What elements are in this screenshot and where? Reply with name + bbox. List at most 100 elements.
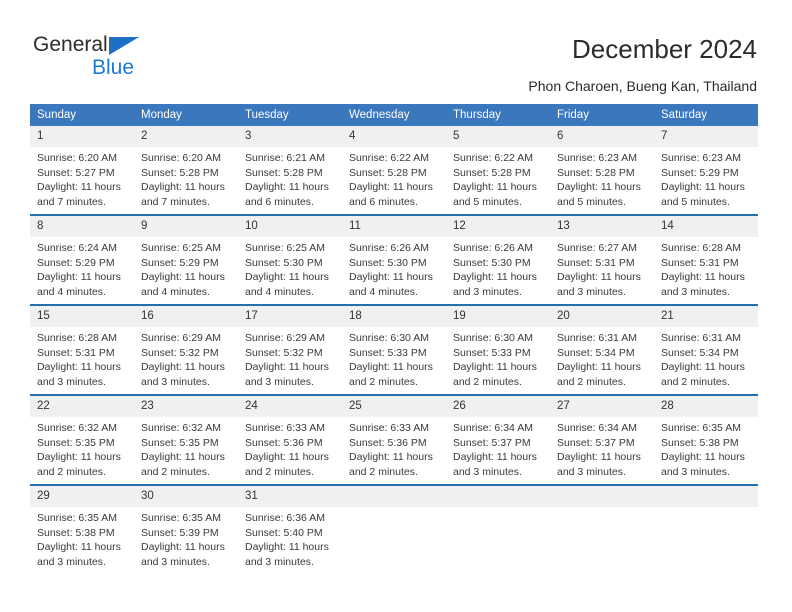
daylight-duration-line2: and 3 minutes. [453,285,522,298]
day-cell[interactable]: 30 Sunrise: 6:35 AM Sunset: 5:39 PM Dayl… [134,484,238,574]
daylight-duration-line1: Daylight: 11 hours [245,361,329,373]
daylight-duration-line2: and 3 minutes. [37,375,106,388]
sunrise-time: Sunrise: 6:20 AM [141,152,221,164]
day-number [654,486,758,507]
daylight-duration-line2: and 4 minutes. [349,285,418,298]
sunset-time: Sunset: 5:34 PM [557,346,635,359]
sunrise-time: Sunrise: 6:25 AM [141,242,221,254]
sunset-time: Sunset: 5:29 PM [37,256,115,269]
daylight-duration-line1: Daylight: 11 hours [37,541,121,553]
day-cell[interactable]: 27 Sunrise: 6:34 AM Sunset: 5:37 PM Dayl… [550,394,654,485]
day-cell[interactable]: 26 Sunrise: 6:34 AM Sunset: 5:37 PM Dayl… [446,394,550,485]
day-details: Sunrise: 6:30 AM Sunset: 5:33 PM Dayligh… [342,327,446,389]
day-cell[interactable]: 12 Sunrise: 6:26 AM Sunset: 5:30 PM Dayl… [446,214,550,305]
day-cell[interactable]: 5 Sunrise: 6:22 AM Sunset: 5:28 PM Dayli… [446,126,550,215]
weekday-header-sunday: Sunday [30,104,134,126]
day-number: 28 [654,396,758,417]
day-cell[interactable]: 17 Sunrise: 6:29 AM Sunset: 5:32 PM Dayl… [238,304,342,395]
general-blue-logo[interactable]: General Blue [33,33,153,81]
daylight-duration-line1: Daylight: 11 hours [37,451,121,463]
day-details: Sunrise: 6:31 AM Sunset: 5:34 PM Dayligh… [654,327,758,389]
day-cell[interactable]: 7 Sunrise: 6:23 AM Sunset: 5:29 PM Dayli… [654,126,758,215]
sunset-time: Sunset: 5:33 PM [349,346,427,359]
day-number: 3 [238,126,342,147]
sunset-time: Sunset: 5:32 PM [245,346,323,359]
daylight-duration-line2: and 3 minutes. [245,555,314,568]
sunrise-time: Sunrise: 6:31 AM [557,332,637,344]
sunrise-time: Sunrise: 6:30 AM [349,332,429,344]
day-cell[interactable]: 16 Sunrise: 6:29 AM Sunset: 5:32 PM Dayl… [134,304,238,395]
day-cell[interactable]: 14 Sunrise: 6:28 AM Sunset: 5:31 PM Dayl… [654,214,758,305]
day-number: 2 [134,126,238,147]
day-number: 26 [446,396,550,417]
day-number: 4 [342,126,446,147]
day-details: Sunrise: 6:28 AM Sunset: 5:31 PM Dayligh… [30,327,134,389]
weekday-header-saturday: Saturday [654,104,758,126]
day-cell[interactable]: 15 Sunrise: 6:28 AM Sunset: 5:31 PM Dayl… [30,304,134,395]
sunrise-time: Sunrise: 6:22 AM [349,152,429,164]
day-cell-empty [550,484,654,574]
day-cell[interactable]: 31 Sunrise: 6:36 AM Sunset: 5:40 PM Dayl… [238,484,342,574]
daylight-duration-line1: Daylight: 11 hours [37,271,121,283]
day-cell[interactable]: 24 Sunrise: 6:33 AM Sunset: 5:36 PM Dayl… [238,394,342,485]
daylight-duration-line1: Daylight: 11 hours [141,541,225,553]
daylight-duration-line1: Daylight: 11 hours [661,451,745,463]
daylight-duration-line1: Daylight: 11 hours [141,361,225,373]
day-number: 1 [30,126,134,147]
day-cell[interactable]: 2 Sunrise: 6:20 AM Sunset: 5:28 PM Dayli… [134,126,238,215]
sunrise-time: Sunrise: 6:29 AM [141,332,221,344]
sunrise-time: Sunrise: 6:35 AM [37,512,117,524]
daylight-duration-line1: Daylight: 11 hours [453,271,537,283]
day-cell[interactable]: 6 Sunrise: 6:23 AM Sunset: 5:28 PM Dayli… [550,126,654,215]
sunrise-time: Sunrise: 6:24 AM [37,242,117,254]
day-cell[interactable]: 3 Sunrise: 6:21 AM Sunset: 5:28 PM Dayli… [238,126,342,215]
day-cell[interactable]: 28 Sunrise: 6:35 AM Sunset: 5:38 PM Dayl… [654,394,758,485]
daylight-duration-line1: Daylight: 11 hours [37,181,121,193]
day-cell[interactable]: 1 Sunrise: 6:20 AM Sunset: 5:27 PM Dayli… [30,126,134,215]
sunrise-time: Sunrise: 6:23 AM [661,152,741,164]
day-details: Sunrise: 6:22 AM Sunset: 5:28 PM Dayligh… [446,147,550,209]
day-cell[interactable]: 19 Sunrise: 6:30 AM Sunset: 5:33 PM Dayl… [446,304,550,395]
day-cell[interactable]: 10 Sunrise: 6:25 AM Sunset: 5:30 PM Dayl… [238,214,342,305]
daylight-duration-line1: Daylight: 11 hours [557,181,641,193]
day-number: 24 [238,396,342,417]
day-cell[interactable]: 29 Sunrise: 6:35 AM Sunset: 5:38 PM Dayl… [30,484,134,574]
sunrise-time: Sunrise: 6:33 AM [349,422,429,434]
daylight-duration-line1: Daylight: 11 hours [37,361,121,373]
daylight-duration-line1: Daylight: 11 hours [245,541,329,553]
weekday-header-tuesday: Tuesday [238,104,342,126]
daylight-duration-line2: and 3 minutes. [661,285,730,298]
day-cell[interactable]: 13 Sunrise: 6:27 AM Sunset: 5:31 PM Dayl… [550,214,654,305]
day-details: Sunrise: 6:26 AM Sunset: 5:30 PM Dayligh… [342,237,446,299]
day-details: Sunrise: 6:31 AM Sunset: 5:34 PM Dayligh… [550,327,654,389]
daylight-duration-line1: Daylight: 11 hours [557,271,641,283]
sunrise-time: Sunrise: 6:36 AM [245,512,325,524]
calendar-week-row: 29 Sunrise: 6:35 AM Sunset: 5:38 PM Dayl… [30,484,758,574]
day-cell[interactable]: 25 Sunrise: 6:33 AM Sunset: 5:36 PM Dayl… [342,394,446,485]
daylight-duration-line2: and 4 minutes. [37,285,106,298]
day-cell[interactable]: 8 Sunrise: 6:24 AM Sunset: 5:29 PM Dayli… [30,214,134,305]
day-number: 10 [238,216,342,237]
day-details: Sunrise: 6:21 AM Sunset: 5:28 PM Dayligh… [238,147,342,209]
day-cell[interactable]: 20 Sunrise: 6:31 AM Sunset: 5:34 PM Dayl… [550,304,654,395]
day-number: 31 [238,486,342,507]
day-details: Sunrise: 6:25 AM Sunset: 5:29 PM Dayligh… [134,237,238,299]
daylight-duration-line2: and 5 minutes. [453,195,522,208]
day-cell[interactable]: 22 Sunrise: 6:32 AM Sunset: 5:35 PM Dayl… [30,394,134,485]
day-cell[interactable]: 21 Sunrise: 6:31 AM Sunset: 5:34 PM Dayl… [654,304,758,395]
day-cell[interactable]: 23 Sunrise: 6:32 AM Sunset: 5:35 PM Dayl… [134,394,238,485]
sunset-time: Sunset: 5:30 PM [453,256,531,269]
day-cell[interactable]: 11 Sunrise: 6:26 AM Sunset: 5:30 PM Dayl… [342,214,446,305]
daylight-duration-line1: Daylight: 11 hours [661,361,745,373]
day-cell[interactable]: 18 Sunrise: 6:30 AM Sunset: 5:33 PM Dayl… [342,304,446,395]
sunset-time: Sunset: 5:35 PM [37,436,115,449]
day-cell[interactable]: 9 Sunrise: 6:25 AM Sunset: 5:29 PM Dayli… [134,214,238,305]
daylight-duration-line2: and 3 minutes. [557,465,626,478]
page-title: December 2024 [572,34,757,64]
daylight-duration-line1: Daylight: 11 hours [557,451,641,463]
sunset-time: Sunset: 5:38 PM [661,436,739,449]
day-number: 21 [654,306,758,327]
day-cell[interactable]: 4 Sunrise: 6:22 AM Sunset: 5:28 PM Dayli… [342,126,446,215]
daylight-duration-line2: and 7 minutes. [37,195,106,208]
daylight-duration-line1: Daylight: 11 hours [141,271,225,283]
